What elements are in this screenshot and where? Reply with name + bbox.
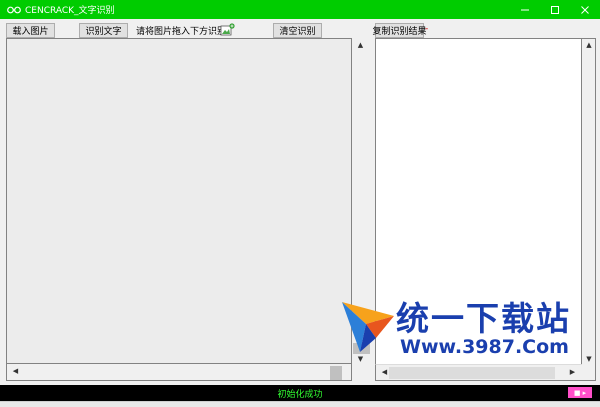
- window-controls: [510, 0, 600, 19]
- status-bar: 初始化成功 ■ ▸: [0, 385, 600, 401]
- result-scroll-right-icon[interactable]: ▶: [564, 368, 581, 376]
- image-horizontal-scroll-thumb[interactable]: [330, 366, 342, 380]
- watermark-url: Www.3987.Com: [400, 336, 569, 358]
- image-horizontal-scrollbar[interactable]: ◀: [6, 364, 352, 381]
- status-text: 初始化成功: [277, 390, 323, 400]
- load-image-button[interactable]: 载入图片: [6, 23, 55, 38]
- result-vertical-scrollbar[interactable]: ▲ ▼: [582, 38, 596, 381]
- image-drop-icon: [220, 23, 235, 36]
- watermark-logo-icon: [342, 302, 394, 352]
- copy-result-button[interactable]: 复制识别结果: [373, 23, 427, 38]
- scroll-up-icon[interactable]: ▲: [352, 41, 369, 49]
- watermark: 统一下载站 Www.3987.Com: [336, 288, 576, 362]
- result-scroll-down-icon[interactable]: ▼: [582, 355, 596, 363]
- bottom-edge: [0, 401, 600, 407]
- watermark-title: 统一下载站: [396, 299, 571, 338]
- glasses-icon: [6, 4, 22, 16]
- scroll-left-icon[interactable]: ◀: [7, 367, 24, 375]
- copy-marker-icon: -: [425, 24, 429, 34]
- minimize-icon: [521, 9, 529, 10]
- image-drop-area[interactable]: [6, 38, 352, 364]
- maximize-icon: [551, 5, 559, 14]
- minimize-button[interactable]: [510, 0, 540, 19]
- recognize-text-button[interactable]: 识别文字: [79, 23, 128, 38]
- maximize-button[interactable]: [540, 0, 570, 19]
- tray-flag-icon: ■ ▸: [568, 387, 592, 398]
- clear-recognition-button[interactable]: 清空识别: [273, 23, 322, 38]
- drag-hint-label: 请将图片拖入下方识别!: [136, 27, 230, 37]
- close-icon: [581, 5, 589, 14]
- result-horizontal-scroll-thumb[interactable]: [389, 367, 555, 379]
- result-scroll-up-icon[interactable]: ▲: [582, 41, 596, 49]
- window-title: CENCRACK_文字识别: [25, 6, 115, 16]
- title-bar: CENCRACK_文字识别: [0, 0, 600, 19]
- close-button[interactable]: [570, 0, 600, 19]
